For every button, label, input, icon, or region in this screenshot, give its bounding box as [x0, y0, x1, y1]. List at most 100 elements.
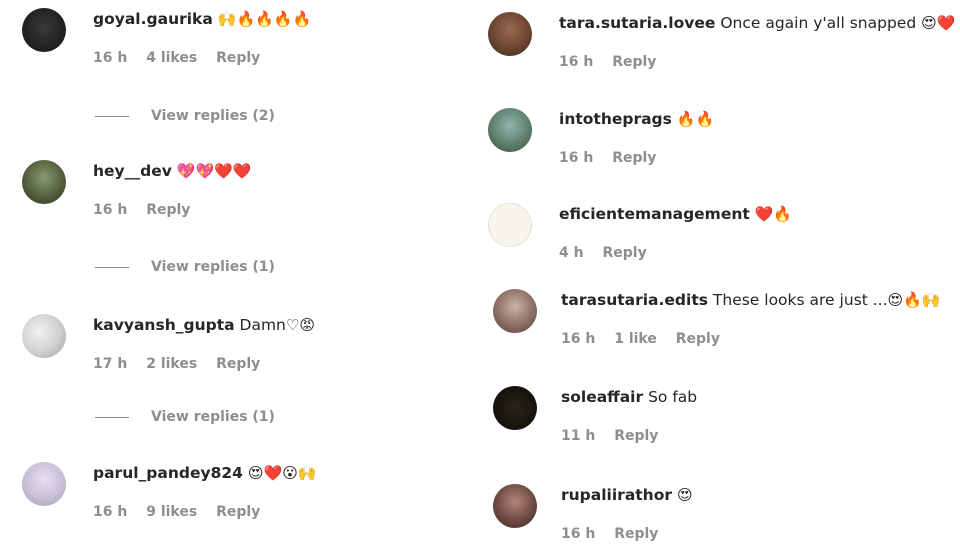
reply-button[interactable]: Reply — [614, 428, 658, 444]
comment-line: hey__dev 💖💖❤️❤️ — [93, 160, 252, 182]
view-replies-label: View replies (1) — [151, 259, 275, 275]
comment-text: Damn — [239, 316, 286, 334]
comment-username[interactable]: tarasutaria.edits — [561, 291, 708, 309]
comment-time: 16 h — [93, 50, 128, 66]
comment-emoji: 😍🔥🙌 — [887, 291, 941, 309]
comment-username[interactable]: hey__dev — [93, 162, 172, 180]
comment-line: eficientemanagement ❤️🔥 — [559, 203, 792, 225]
comment-emoji: 💖💖❤️❤️ — [176, 162, 252, 180]
view-replies-button[interactable]: View replies (2) — [95, 108, 275, 124]
comment-username[interactable]: goyal.gaurika — [93, 10, 213, 28]
comment-likes[interactable]: 9 likes — [146, 504, 197, 520]
comment-time: 17 h — [93, 356, 128, 372]
avatar[interactable] — [22, 160, 66, 204]
view-replies-button[interactable]: View replies (1) — [95, 409, 275, 425]
comment-username[interactable]: tara.sutaria.lovee — [559, 14, 715, 32]
comment-username[interactable]: rupaliirathor — [561, 486, 672, 504]
comment-item: soleaffair So fab 11 h Reply — [493, 386, 960, 446]
divider-dash — [95, 266, 129, 268]
comment-text: These looks are just ... — [712, 291, 888, 309]
view-replies-label: View replies (1) — [151, 409, 275, 425]
comment-line: intotheprags 🔥🔥 — [559, 108, 714, 130]
comment-likes[interactable]: 2 likes — [146, 356, 197, 372]
reply-button[interactable]: Reply — [146, 202, 190, 218]
divider-dash — [95, 115, 129, 117]
comment-username[interactable]: intotheprags — [559, 110, 672, 128]
comment-line: tarasutaria.edits These looks are just .… — [561, 289, 941, 311]
comment-line: soleaffair So fab — [561, 386, 697, 408]
comment-emoji: ❤️🔥 — [754, 205, 793, 223]
comment-meta: 16 h Reply — [559, 54, 955, 70]
comment-emoji: 🙌🔥🔥🔥🔥 — [217, 10, 312, 28]
view-replies-button[interactable]: View replies (1) — [95, 259, 275, 275]
avatar[interactable] — [493, 289, 537, 333]
comment-body: kavyansh_gupta Damn♡😡 17 h 2 likes Reply — [93, 314, 315, 372]
comment-line: parul_pandey824 😍❤️😮🙌 — [93, 462, 317, 484]
reply-button[interactable]: Reply — [216, 504, 260, 520]
comment-text: Once again y'all snapped — [720, 14, 917, 32]
comment-username[interactable]: eficientemanagement — [559, 205, 750, 223]
comment-likes[interactable]: 4 likes — [146, 50, 197, 66]
comment-time: 16 h — [93, 504, 128, 520]
comment-item: hey__dev 💖💖❤️❤️ 16 h Reply — [22, 160, 492, 220]
comment-item: eficientemanagement ❤️🔥 4 h Reply — [488, 203, 958, 263]
avatar[interactable] — [493, 386, 537, 430]
comment-meta: 16 h 4 likes Reply — [93, 50, 311, 66]
comment-item: tarasutaria.edits These looks are just .… — [493, 289, 960, 349]
comment-line: rupaliirathor 😍 — [561, 484, 693, 506]
comment-meta: 16 h Reply — [559, 150, 714, 166]
comment-body: parul_pandey824 😍❤️😮🙌 16 h 9 likes Reply — [93, 462, 317, 520]
comment-body: rupaliirathor 😍 16 h Reply — [561, 484, 693, 542]
comment-time: 16 h — [559, 54, 594, 70]
comment-item: tara.sutaria.lovee Once again y'all snap… — [488, 12, 958, 72]
comment-body: intotheprags 🔥🔥 16 h Reply — [559, 108, 714, 166]
comment-meta: 17 h 2 likes Reply — [93, 356, 315, 372]
comment-body: tarasutaria.edits These looks are just .… — [561, 289, 941, 347]
comment-meta: 11 h Reply — [561, 428, 697, 444]
comment-emoji: ♡😡 — [285, 316, 315, 334]
comment-body: tara.sutaria.lovee Once again y'all snap… — [559, 12, 955, 70]
comment-line: kavyansh_gupta Damn♡😡 — [93, 314, 315, 336]
comment-line: goyal.gaurika 🙌🔥🔥🔥🔥 — [93, 8, 311, 30]
comment-emoji: 😍 — [676, 486, 693, 504]
avatar[interactable] — [488, 203, 532, 247]
avatar[interactable] — [488, 12, 532, 56]
comment-likes[interactable]: 1 like — [614, 331, 657, 347]
comment-username[interactable]: soleaffair — [561, 388, 643, 406]
reply-button[interactable]: Reply — [612, 150, 656, 166]
comment-meta: 16 h 9 likes Reply — [93, 504, 317, 520]
comment-item: kavyansh_gupta Damn♡😡 17 h 2 likes Reply — [22, 314, 492, 374]
comment-emoji: 🔥🔥 — [676, 110, 715, 128]
comment-body: hey__dev 💖💖❤️❤️ 16 h Reply — [93, 160, 252, 218]
avatar[interactable] — [488, 108, 532, 152]
reply-button[interactable]: Reply — [216, 50, 260, 66]
avatar[interactable] — [493, 484, 537, 528]
comment-item: intotheprags 🔥🔥 16 h Reply — [488, 108, 958, 168]
comment-username[interactable]: kavyansh_gupta — [93, 316, 235, 334]
comment-item: rupaliirathor 😍 16 h Reply — [493, 484, 960, 544]
comment-line: tara.sutaria.lovee Once again y'all snap… — [559, 12, 955, 34]
comment-time: 16 h — [561, 331, 596, 347]
reply-button[interactable]: Reply — [216, 356, 260, 372]
reply-button[interactable]: Reply — [602, 245, 646, 261]
comment-username[interactable]: parul_pandey824 — [93, 464, 243, 482]
comment-time: 11 h — [561, 428, 596, 444]
comment-time: 16 h — [559, 150, 594, 166]
comment-time: 16 h — [93, 202, 128, 218]
comment-emoji: 😍❤️ — [921, 14, 956, 32]
comment-text: So fab — [648, 388, 698, 406]
divider-dash — [95, 416, 129, 418]
avatar[interactable] — [22, 462, 66, 506]
comment-meta: 4 h Reply — [559, 245, 792, 261]
reply-button[interactable]: Reply — [676, 331, 720, 347]
comment-item: parul_pandey824 😍❤️😮🙌 16 h 9 likes Reply — [22, 462, 492, 522]
comment-body: goyal.gaurika 🙌🔥🔥🔥🔥 16 h 4 likes Reply — [93, 8, 311, 66]
comment-emoji: 😍❤️😮🙌 — [247, 464, 317, 482]
comment-meta: 16 h Reply — [93, 202, 252, 218]
avatar[interactable] — [22, 314, 66, 358]
comment-meta: 16 h 1 like Reply — [561, 331, 941, 347]
avatar[interactable] — [22, 8, 66, 52]
comment-body: eficientemanagement ❤️🔥 4 h Reply — [559, 203, 792, 261]
view-replies-label: View replies (2) — [151, 108, 275, 124]
reply-button[interactable]: Reply — [612, 54, 656, 70]
